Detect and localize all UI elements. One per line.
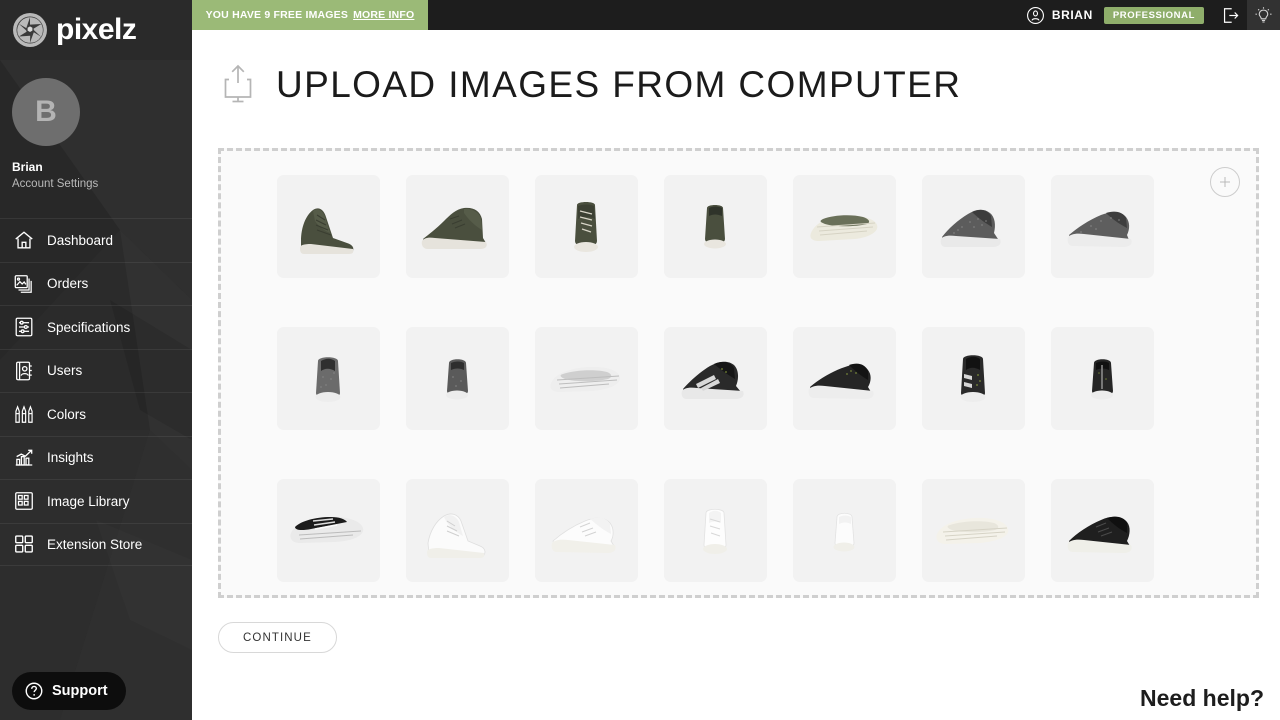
image-library-icon — [12, 489, 36, 513]
thumbnail-grey-knit-runner-back[interactable] — [406, 327, 509, 430]
sidebar-item-specifications[interactable]: Specifications — [0, 305, 192, 349]
thumbnail-black-knit-runner-back[interactable] — [1051, 327, 1154, 430]
lightbulb-icon — [1255, 6, 1272, 23]
avatar: B — [12, 78, 80, 146]
sidebar-item-label: Colors — [47, 406, 87, 422]
tips-button[interactable] — [1247, 0, 1280, 30]
more-info-link[interactable]: MORE INFO — [353, 9, 414, 21]
thumbnail-grey-knit-runner-front[interactable] — [277, 327, 380, 430]
upload-images-page: pixelz B Brian Account Settings Dashboar… — [0, 0, 1280, 720]
sidebar-item-label: Users — [47, 363, 83, 379]
grid-squares-icon — [12, 532, 36, 556]
thumbnail-olive-high-top-side-left[interactable] — [406, 175, 509, 278]
sidebar-item-label: Specifications — [47, 319, 131, 335]
sidebar-item-users[interactable]: Users — [0, 348, 192, 393]
upload-dropzone[interactable] — [218, 148, 1259, 598]
main-content: UPLOAD IMAGES FROM COMPUTER CONTINUE Nee… — [192, 30, 1280, 720]
sidebar-item-image-library[interactable]: Image Library — [0, 479, 192, 523]
continue-button[interactable]: CONTINUE — [218, 622, 337, 653]
sidebar-item-label: Extension Store — [47, 536, 143, 552]
page-header: UPLOAD IMAGES FROM COMPUTER — [192, 30, 1280, 107]
brand-logo[interactable]: pixelz — [0, 0, 192, 60]
sidebar-item-label: Orders — [47, 276, 89, 292]
thumbnail-olive-high-top-back[interactable] — [664, 175, 767, 278]
sidebar-item-label: Image Library — [47, 493, 130, 509]
sidebar-item-extension-store[interactable]: Extension Store — [0, 522, 192, 566]
page-title: UPLOAD IMAGES FROM COMPUTER — [276, 64, 962, 105]
sidebar: pixelz B Brian Account Settings Dashboar… — [0, 0, 192, 720]
thumbnail-black-knit-runner-sole[interactable] — [277, 479, 380, 582]
top-bar: YOU HAVE 9 FREE IMAGES MORE INFO BRIAN P… — [192, 0, 1280, 30]
plan-badge: PROFESSIONAL — [1103, 6, 1204, 24]
thumbnail-white-sneaker-sole[interactable] — [922, 479, 1025, 582]
address-book-icon — [12, 359, 36, 383]
sidebar-nav: Dashboard Orders Specifications Users Co… — [0, 218, 192, 566]
sidebar-item-dashboard[interactable]: Dashboard — [0, 218, 192, 262]
home-icon — [12, 228, 36, 252]
sidebar-item-label: Insights — [47, 450, 94, 466]
thumbnail-olive-high-top-three-quarter-left[interactable] — [277, 175, 380, 278]
support-label: Support — [52, 683, 108, 699]
sidebar-profile[interactable]: B Brian Account Settings — [0, 60, 192, 206]
logout-button[interactable] — [1214, 0, 1247, 30]
thumbnail-grey-knit-runner-three-quarter[interactable] — [922, 175, 1025, 278]
thumbnail-grey-knit-runner-side[interactable] — [1051, 175, 1154, 278]
thumbnail-black-knit-runner-front[interactable] — [922, 327, 1025, 430]
brand-name: pixelz — [56, 13, 137, 46]
thumbnail-black-knit-runner-side[interactable] — [793, 327, 896, 430]
bar-chart-trend-icon — [12, 446, 36, 470]
profile-name: Brian — [12, 160, 43, 174]
thumbnail-black-knit-runner-three-quarter[interactable] — [664, 327, 767, 430]
free-images-banner: YOU HAVE 9 FREE IMAGES MORE INFO — [192, 0, 430, 30]
thumbnail-white-sneaker-back[interactable] — [793, 479, 896, 582]
thumbnail-black-leather-sneaker-side[interactable] — [1051, 479, 1154, 582]
thumbnail-olive-high-top-front[interactable] — [535, 175, 638, 278]
thumbnail-white-sneaker-front[interactable] — [664, 479, 767, 582]
question-circle-icon — [24, 681, 44, 701]
aperture-icon — [13, 13, 47, 47]
upload-to-computer-icon — [218, 63, 258, 107]
support-button[interactable]: Support — [12, 672, 126, 710]
account-settings-link[interactable]: Account Settings — [12, 178, 192, 190]
topbar-actions: BRIAN PROFESSIONAL — [1016, 0, 1280, 30]
avatar-initial: B — [35, 95, 57, 128]
sidebar-item-label: Dashboard — [47, 232, 114, 248]
images-stack-icon — [12, 272, 36, 296]
thumbnail-white-sneaker-three-quarter[interactable] — [406, 479, 509, 582]
free-images-text: YOU HAVE 9 FREE IMAGES — [205, 9, 349, 21]
sidebar-item-insights[interactable]: Insights — [0, 435, 192, 480]
need-help-label[interactable]: Need help? — [1140, 685, 1264, 712]
crayons-icon — [12, 402, 36, 426]
thumbnail-grey-knit-runner-sole[interactable] — [535, 327, 638, 430]
user-name: BRIAN — [1051, 8, 1093, 22]
user-menu[interactable]: BRIAN PROFESSIONAL — [1016, 0, 1214, 30]
uploaded-thumbnails-grid — [277, 175, 1245, 582]
sidebar-item-orders[interactable]: Orders — [0, 261, 192, 306]
thumbnail-white-sneaker-side[interactable] — [535, 479, 638, 582]
logout-icon — [1223, 7, 1239, 23]
sidebar-item-colors[interactable]: Colors — [0, 392, 192, 436]
user-circle-icon — [1026, 6, 1045, 25]
sliders-document-icon — [12, 315, 36, 339]
thumbnail-olive-high-top-sole[interactable] — [793, 175, 896, 278]
